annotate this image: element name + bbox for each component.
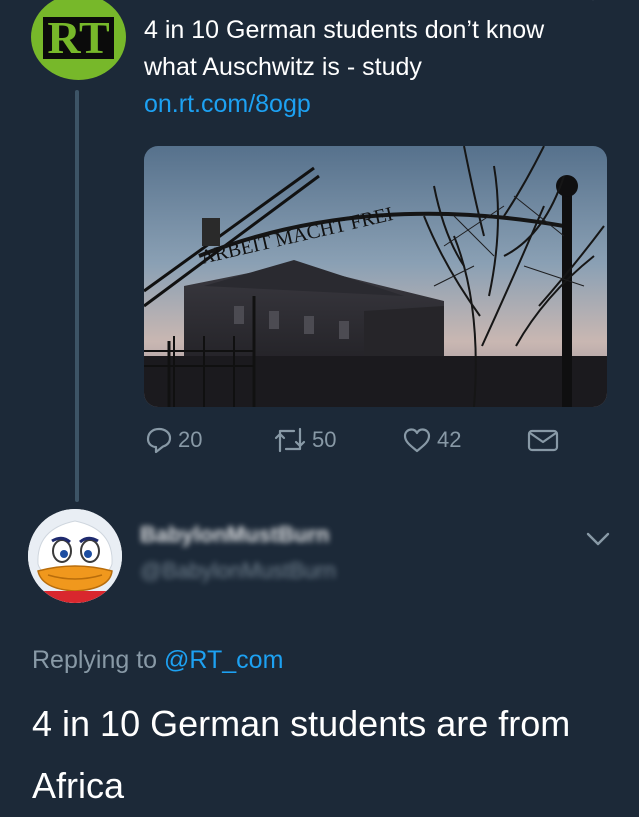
reply-author-handle[interactable]: @BabylonMustBurn: [140, 558, 336, 584]
tweet-media-image[interactable]: ARBEIT MACHT FREI: [144, 146, 607, 407]
replying-to-line: Replying to @RT_com: [32, 646, 283, 675]
rt-logo: RT: [43, 15, 114, 61]
thread-connector: [75, 90, 79, 502]
tweet-text: 4 in 10 German students don’t know what …: [144, 16, 545, 81]
retweet-count: 50: [312, 427, 337, 452]
chevron-down-icon[interactable]: [585, 531, 611, 547]
direct-message-icon: [527, 429, 559, 452]
reply-count: 20: [178, 427, 203, 452]
avatar[interactable]: RT: [31, 0, 126, 80]
tweet-link[interactable]: on.rt.com/8ogp: [144, 86, 584, 123]
like-count: 42: [437, 427, 462, 452]
reply-tweet-text: 4 in 10 German students are from Africa: [32, 703, 571, 806]
reply-icon: [146, 427, 172, 454]
chevron-down-icon[interactable]: [587, 0, 599, 4]
retweet-button[interactable]: 50: [272, 425, 336, 455]
retweet-icon: [274, 427, 306, 453]
direct-message-button[interactable]: [526, 425, 560, 455]
like-icon: [403, 428, 431, 453]
reply-button[interactable]: 20: [144, 425, 202, 455]
tweet-body: 4 in 10 German students don’t know what …: [144, 12, 584, 123]
tweet-actions: 20 50 42: [144, 425, 584, 465]
reply-avatar[interactable]: [28, 509, 122, 603]
reply-author-name[interactable]: BabylonMustBurn: [140, 522, 329, 548]
replying-mention-link[interactable]: @RT_com: [164, 646, 283, 674]
cut-off-header: [144, 0, 604, 8]
like-button[interactable]: 42: [401, 425, 461, 455]
replying-prefix: Replying to: [32, 646, 158, 674]
